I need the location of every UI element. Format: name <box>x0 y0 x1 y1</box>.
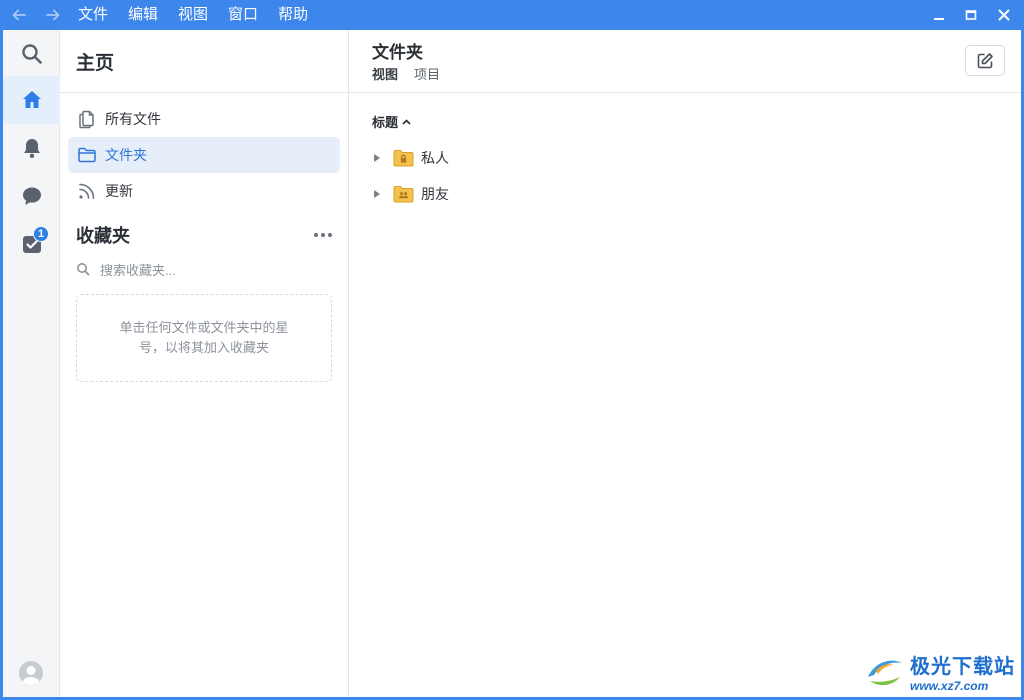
main-panel: 文件夹 视图 项目 标题 私人 朋友 <box>349 30 1021 697</box>
rail-search-button[interactable] <box>3 30 60 78</box>
sidebar-item-label: 所有文件 <box>105 111 161 127</box>
menu-window[interactable]: 窗口 <box>228 0 258 30</box>
favorites-search-input[interactable]: 搜索收藏夹... <box>76 258 333 280</box>
favorites-search-placeholder: 搜索收藏夹... <box>100 262 176 278</box>
search-icon <box>77 263 90 276</box>
sidebar-title: 主页 <box>76 52 115 74</box>
edit-icon <box>977 52 993 68</box>
sidebar-item-label: 更新 <box>105 183 133 199</box>
favorites-empty-state: 单击任何文件或文件夹中的星号，以将其加入收藏夹 <box>76 294 332 382</box>
rail-home-button[interactable] <box>3 76 60 124</box>
sidebar: 主页 所有文件 文件夹 更新 收藏夹 搜索收藏夹... 单击任何文件或文件夹中的… <box>60 30 349 697</box>
close-button[interactable] <box>987 0 1021 30</box>
rail-chat-button[interactable] <box>3 172 60 220</box>
sidebar-item-folders[interactable]: 文件夹 <box>68 137 340 173</box>
chat-icon <box>22 187 41 205</box>
main-header: 文件夹 视图 项目 <box>349 30 1021 93</box>
page-title: 文件夹 <box>372 43 423 62</box>
folder-name: 私人 <box>421 150 449 166</box>
expand-triangle-icon[interactable] <box>372 153 384 163</box>
tab-view[interactable]: 视图 <box>372 64 398 83</box>
folder-row[interactable]: 私人 <box>372 146 449 170</box>
title-bar: 文件 编辑 视图 窗口 帮助 <box>0 0 1024 30</box>
main-tabs: 视图 项目 <box>372 64 456 83</box>
new-note-button[interactable] <box>965 45 1005 76</box>
menu-view[interactable]: 视图 <box>178 0 208 30</box>
tasks-badge: 1 <box>33 226 49 242</box>
watermark-logo: 极光下载站 www.xz7.com <box>862 646 1022 696</box>
rail-notifications-button[interactable] <box>3 124 60 172</box>
menu-file[interactable]: 文件 <box>78 0 108 30</box>
shared-folder-icon <box>393 185 414 203</box>
forward-arrow-icon[interactable] <box>43 5 63 25</box>
search-icon <box>21 44 42 64</box>
favorites-title: 收藏夹 <box>76 226 130 246</box>
sidebar-header: 主页 <box>60 30 348 93</box>
folder-row[interactable]: 朋友 <box>372 182 449 206</box>
back-arrow-icon[interactable] <box>9 5 29 25</box>
sidebar-item-label: 文件夹 <box>105 147 147 163</box>
folder-name: 朋友 <box>421 186 449 202</box>
chevron-up-icon <box>402 118 411 125</box>
sort-label: 标题 <box>372 115 399 130</box>
bell-icon <box>23 139 40 158</box>
app-window: 1 主页 所有文件 文件夹 更新 收藏夹 搜索收藏夹... 单击任何文件或文件夹… <box>3 30 1021 697</box>
tab-items[interactable]: 项目 <box>414 64 440 83</box>
menu-edit[interactable]: 编辑 <box>128 0 158 30</box>
rss-icon <box>79 183 95 199</box>
expand-triangle-icon[interactable] <box>372 189 384 199</box>
minimize-button[interactable] <box>922 0 956 30</box>
sidebar-item-all-files[interactable]: 所有文件 <box>68 101 340 137</box>
locked-folder-icon <box>393 149 414 167</box>
favorites-header: 收藏夹 <box>76 222 333 248</box>
avatar[interactable] <box>19 661 43 685</box>
favorites-empty-message: 单击任何文件或文件夹中的星号，以将其加入收藏夹 <box>119 320 289 355</box>
files-icon <box>79 110 94 129</box>
user-avatar-icon <box>22 666 40 685</box>
watermark-url: www.xz7.com <box>910 678 989 693</box>
sort-by-title-header[interactable]: 标题 <box>372 112 411 131</box>
folder-icon <box>78 147 96 163</box>
watermark-name: 极光下载站 <box>910 655 1015 678</box>
home-icon <box>22 91 41 108</box>
menu-help[interactable]: 帮助 <box>278 0 308 30</box>
aurora-logo-icon <box>868 660 902 686</box>
rail-tasks-button[interactable]: 1 <box>3 220 60 268</box>
more-dots-icon[interactable] <box>313 232 333 238</box>
maximize-button[interactable] <box>954 0 988 30</box>
icon-rail: 1 <box>3 30 60 697</box>
sidebar-item-updates[interactable]: 更新 <box>68 173 340 209</box>
